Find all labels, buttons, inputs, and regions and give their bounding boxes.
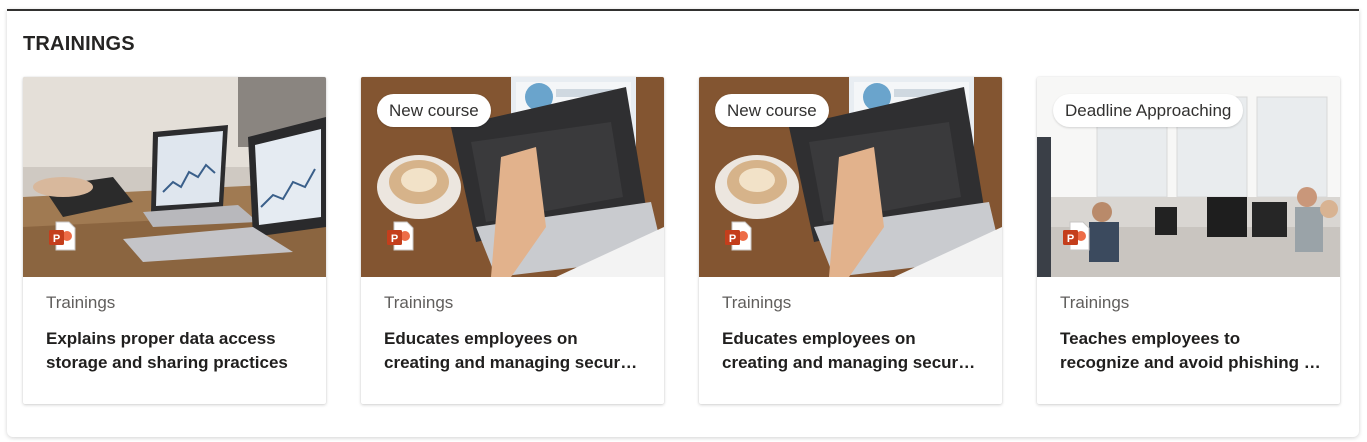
training-card[interactable]: P Trainings Explains proper data access … (23, 77, 326, 404)
new-course-badge: New course (377, 94, 491, 127)
card-thumbnail: New course P (361, 77, 664, 277)
card-description-line-2: creating and managing secure passwords (722, 353, 984, 372)
powerpoint-icon: P (387, 221, 414, 251)
training-card[interactable]: New course P Trainings Educates employee… (361, 77, 664, 404)
card-description-line-2: storage and sharing practices (46, 353, 288, 372)
card-category: Trainings (722, 293, 792, 312)
svg-text:P: P (391, 233, 398, 245)
training-card[interactable]: Deadline Approaching P Trainings Teaches… (1037, 77, 1340, 404)
card-description-line-1: Explains proper data access (46, 329, 276, 348)
card-description: Explains proper data access storage and … (46, 327, 308, 375)
powerpoint-icon: P (49, 221, 76, 251)
card-category: Trainings (46, 293, 116, 312)
card-description-line-2: recognize and avoid phishing attempts (1060, 353, 1322, 372)
card-description-line-1: Teaches employees to (1060, 329, 1241, 348)
card-description: Educates employees on creating and manag… (384, 327, 646, 375)
card-thumbnail: New course P (699, 77, 1002, 277)
card-description-line-1: Educates employees on (384, 329, 578, 348)
card-category: Trainings (384, 293, 454, 312)
training-card[interactable]: New course P Trainings Educates employee… (699, 77, 1002, 404)
card-description-line-1: Educates employees on (722, 329, 916, 348)
svg-text:P: P (729, 233, 736, 245)
svg-text:P: P (53, 233, 60, 245)
powerpoint-icon: P (1063, 221, 1090, 251)
trainings-panel: TRAININGS P Trainings Explains proper da… (7, 9, 1359, 437)
card-category: Trainings (1060, 293, 1130, 312)
deadline-approaching-badge: Deadline Approaching (1053, 94, 1244, 127)
card-thumbnail: P (23, 77, 326, 277)
section-title: TRAININGS (23, 33, 135, 55)
card-description-line-2: creating and managing secure passwords (384, 353, 646, 372)
powerpoint-icon: P (725, 221, 752, 251)
new-course-badge: New course (715, 94, 829, 127)
card-description: Educates employees on creating and manag… (722, 327, 984, 375)
card-description: Teaches employees to recognize and avoid… (1060, 327, 1322, 375)
svg-text:P: P (1067, 233, 1074, 245)
card-thumbnail: Deadline Approaching P (1037, 77, 1340, 277)
